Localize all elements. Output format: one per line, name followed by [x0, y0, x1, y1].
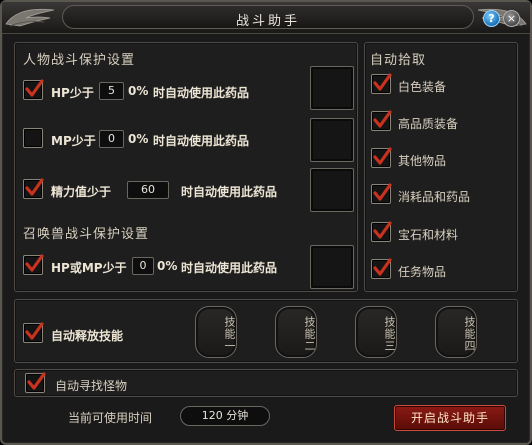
pickup-other-checkbox[interactable]: [371, 147, 392, 168]
pickup-white-checkbox[interactable]: [371, 73, 392, 94]
window-title: 战斗助手: [235, 14, 300, 29]
player-protection-title: 人物战斗保护设置: [23, 53, 136, 68]
stamina-potion-slot[interactable]: [310, 168, 354, 212]
mp-threshold-label: MP少于: [51, 134, 96, 148]
skill-slot-label: 技能二: [303, 316, 316, 352]
skill-slot-label: 技能三: [383, 316, 396, 352]
summon-protection-title: 召唤兽战斗保护设置: [23, 227, 150, 242]
time-value: 120 分钟: [180, 406, 270, 426]
skill-slot-4[interactable]: 技能四: [435, 306, 477, 358]
skill-slot-3[interactable]: 技能三: [355, 306, 397, 358]
skill-slot-2[interactable]: 技能二: [275, 306, 317, 358]
protection-settings-panel: 人物战斗保护设置 HP少于 5 0% 时自动使用此药品 MP少于 0 0% 时自…: [14, 42, 358, 292]
auto-skill-checkbox[interactable]: [23, 322, 44, 343]
mp-potion-slot[interactable]: [310, 118, 354, 162]
mp-protect-checkbox[interactable]: [23, 128, 43, 148]
skill-slot-1[interactable]: 技能一: [195, 306, 237, 358]
battle-assistant-window: 战斗助手 ? × 人物战斗保护设置 HP少于 5 0% 时自动使用此药品 MP少…: [0, 0, 532, 445]
summon-threshold-input[interactable]: 0: [132, 257, 154, 275]
auto-find-checkbox[interactable]: [25, 372, 46, 393]
start-assistant-button[interactable]: 开启战斗助手: [394, 405, 506, 431]
checkmark-icon: [373, 73, 392, 91]
hp-action-label: 时自动使用此药品: [153, 86, 250, 100]
auto-pickup-panel: 自动拾取 白色装备 高品质装备 其他物品 消耗品和药品 宝石和材料 任务物品: [364, 42, 518, 292]
checkmark-icon: [373, 147, 392, 165]
summon-threshold-label: HP或MP少于: [51, 261, 127, 275]
summon-potion-slot[interactable]: [310, 245, 354, 289]
pickup-quest-checkbox[interactable]: [371, 258, 392, 279]
checkmark-icon: [373, 110, 392, 128]
pickup-quest-label: 任务物品: [398, 265, 447, 279]
checkmark-icon: [25, 79, 44, 97]
pickup-gem-label: 宝石和材料: [398, 228, 459, 242]
checkmark-icon: [373, 258, 392, 276]
mp-percent-suffix: 0%: [128, 132, 149, 146]
stamina-threshold-label: 精力值少于: [51, 185, 112, 199]
mp-action-label: 时自动使用此药品: [153, 134, 250, 148]
skills-panel: 自动释放技能 技能一 技能二 技能三 技能四: [14, 299, 518, 363]
stamina-protect-checkbox[interactable]: [23, 178, 44, 199]
checkmark-icon: [25, 322, 44, 340]
skill-slot-label: 技能一: [223, 316, 236, 352]
mp-threshold-input[interactable]: 0: [99, 130, 124, 148]
pickup-quality-label: 高品质装备: [398, 117, 459, 131]
hp-threshold-input[interactable]: 5: [99, 82, 124, 100]
title-bar[interactable]: 战斗助手 ? ×: [2, 2, 530, 34]
stamina-action-label: 时自动使用此药品: [181, 185, 278, 199]
summon-percent-suffix: 0%: [157, 259, 178, 273]
checkmark-icon: [373, 183, 392, 201]
auto-skill-label: 自动释放技能: [51, 329, 124, 343]
checkmark-icon: [373, 221, 392, 239]
hp-potion-slot[interactable]: [310, 66, 354, 110]
wing-ornament-icon: [5, 8, 55, 27]
checkmark-icon: [27, 372, 46, 390]
auto-find-panel: 自动寻找怪物: [14, 369, 518, 397]
auto-find-label: 自动寻找怪物: [55, 379, 128, 393]
checkmark-icon: [25, 254, 44, 272]
pickup-quality-checkbox[interactable]: [371, 110, 392, 131]
skill-slot-label: 技能四: [463, 316, 476, 352]
stamina-threshold-input[interactable]: 60: [127, 181, 169, 199]
summon-protect-checkbox[interactable]: [23, 254, 44, 275]
pickup-other-label: 其他物品: [398, 154, 447, 168]
hp-threshold-label: HP少于: [51, 86, 94, 100]
pickup-gem-checkbox[interactable]: [371, 221, 392, 242]
close-button[interactable]: ×: [503, 10, 520, 27]
time-label: 当前可使用时间: [68, 411, 153, 425]
pickup-white-label: 白色装备: [398, 80, 447, 94]
checkmark-icon: [25, 178, 44, 196]
title-plate: 战斗助手: [62, 5, 474, 29]
help-button[interactable]: ?: [483, 10, 500, 27]
pickup-consumable-checkbox[interactable]: [371, 183, 392, 204]
hp-percent-suffix: 0%: [128, 84, 149, 98]
pickup-consumable-label: 消耗品和药品: [398, 190, 471, 204]
summon-action-label: 时自动使用此药品: [181, 261, 278, 275]
hp-protect-checkbox[interactable]: [23, 79, 44, 100]
auto-pickup-title: 自动拾取: [370, 53, 427, 68]
